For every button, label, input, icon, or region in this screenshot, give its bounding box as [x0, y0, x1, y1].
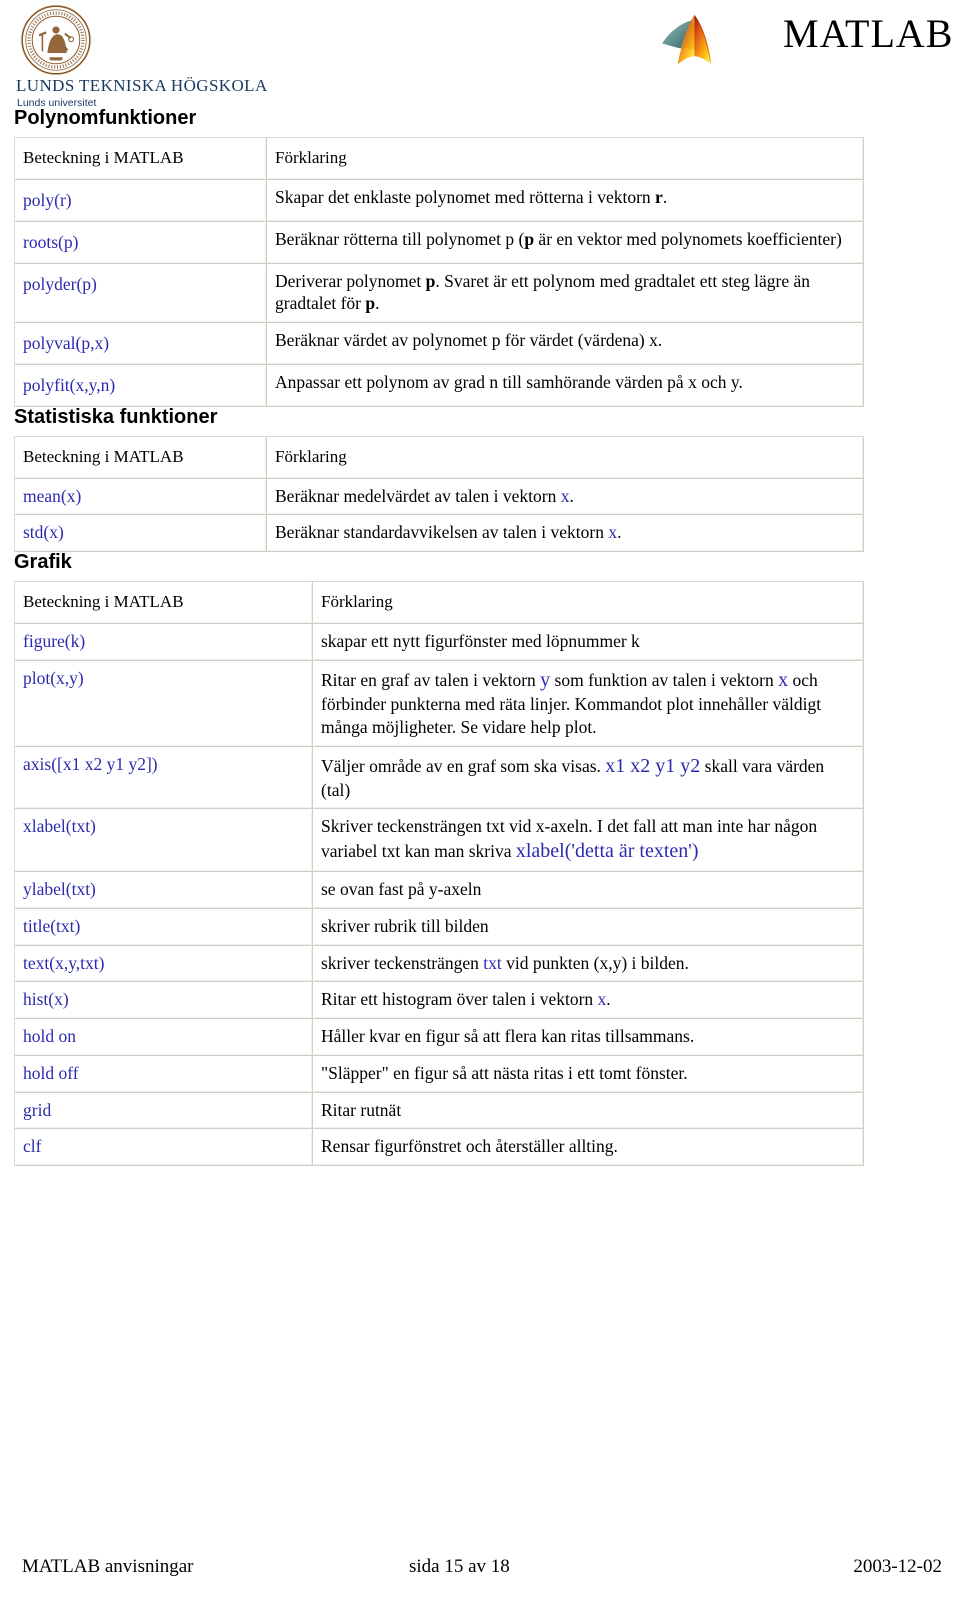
- column-header-forklaring: Förklaring: [267, 138, 864, 181]
- function-description: Håller kvar en figur så att flera kan ri…: [313, 1019, 864, 1056]
- footer-date: 2003-12-02: [853, 1556, 942, 1577]
- table-row: std(x) Beräknar standardavvikelsen av ta…: [15, 515, 864, 553]
- svg-text:1666: 1666: [52, 57, 61, 62]
- table-body: Beteckning i MATLAB Förklaring figure(k)…: [15, 582, 864, 1167]
- table-header-row: Beteckning i MATLAB Förklaring: [15, 436, 864, 479]
- function-name: title(txt): [15, 908, 313, 946]
- table-row: plot(x,y) Ritar en graf av talen i vekto…: [15, 661, 864, 747]
- function-description: Beräknar standardavvikelsen av talen i v…: [267, 515, 864, 553]
- matlab-membrane-icon: [662, 14, 712, 65]
- column-header-forklaring: Förklaring: [313, 582, 864, 625]
- function-name: polyder(p): [15, 263, 267, 324]
- function-name: ylabel(txt): [15, 872, 313, 909]
- column-header-beteckning: Beteckning i MATLAB: [15, 138, 267, 181]
- function-description: Skapar det enklaste polynomet med rötter…: [267, 180, 864, 222]
- function-description: skapar ett nytt figurfönster med löpnumm…: [313, 624, 864, 662]
- table-polynomfunktioner: Beteckning i MATLAB Förklaring poly(r) S…: [14, 137, 864, 407]
- function-description: "Släpper" en figur så att nästa ritas i …: [313, 1055, 864, 1093]
- function-name: polyfit(x,y,n): [15, 364, 267, 407]
- function-name: roots(p): [15, 221, 267, 264]
- function-description: Väljer område av en graf som ska visas. …: [313, 746, 864, 810]
- function-name: poly(r): [15, 180, 267, 222]
- function-name: hold on: [15, 1019, 313, 1056]
- university-name: LUNDS TEKNISKA HÖGSKOLA: [16, 76, 268, 95]
- function-description: Ritar en graf av talen i vektorn y som f…: [313, 661, 864, 747]
- table-row: poly(r) Skapar det enklaste polynomet me…: [15, 180, 864, 222]
- table-row: polyfit(x,y,n) Anpassar ett polynom av g…: [15, 364, 864, 407]
- function-description: Ritar rutnät: [313, 1092, 864, 1130]
- function-name: clf: [15, 1129, 313, 1167]
- column-header-beteckning: Beteckning i MATLAB: [15, 436, 267, 479]
- section-heading-polynomfunktioner: Polynomfunktioner: [14, 107, 197, 129]
- table-body: Beteckning i MATLAB Förklaring poly(r) S…: [15, 138, 864, 407]
- function-name: std(x): [15, 515, 267, 553]
- table-row: text(x,y,txt) skriver teckensträngen txt…: [15, 945, 864, 983]
- function-description: Rensar figurfönstret och återställer all…: [313, 1129, 864, 1167]
- table-row: figure(k) skapar ett nytt figurfönster m…: [15, 624, 864, 662]
- page-header: 1666 LUNDS TEKNISKA HÖGSKOLA Lunds unive…: [0, 0, 960, 109]
- function-description: Ritar ett histogram över talen i vektorn…: [313, 982, 864, 1020]
- table-header-row: Beteckning i MATLAB Förklaring: [15, 582, 864, 625]
- function-name: text(x,y,txt): [15, 945, 313, 983]
- table-grafik: Beteckning i MATLAB Förklaring figure(k)…: [14, 581, 864, 1167]
- table-row: grid Ritar rutnät: [15, 1092, 864, 1130]
- table-row: roots(p) Beräknar rötterna till polynome…: [15, 221, 864, 264]
- section-heading-statistiska-funktioner: Statistiska funktioner: [14, 405, 218, 428]
- table-row: polyval(p,x) Beräknar värdet av polynome…: [15, 323, 864, 365]
- table-row: polyder(p) Deriverar polynomet p. Svaret…: [15, 263, 864, 324]
- page-footer: MATLAB anvisningar sida 15 av 18 2003-12…: [0, 1556, 960, 1582]
- section-heading-grafik: Grafik: [14, 551, 72, 574]
- function-description: Anpassar ett polynom av grad n till samh…: [267, 364, 864, 407]
- function-description: Beräknar rötterna till polynomet p (p är…: [267, 221, 864, 264]
- function-name: plot(x,y): [15, 661, 313, 747]
- table-header-row: Beteckning i MATLAB Förklaring: [15, 138, 864, 181]
- function-name: mean(x): [15, 478, 267, 516]
- table-statistiska-funktioner: Beteckning i MATLAB Förklaring mean(x) B…: [14, 435, 864, 553]
- function-description: Beräknar värdet av polynomet p för värde…: [267, 323, 864, 365]
- function-name: hist(x): [15, 982, 313, 1020]
- table-row: mean(x) Beräknar medelvärdet av talen i …: [15, 478, 864, 516]
- table-body: Beteckning i MATLAB Förklaring mean(x) B…: [15, 436, 864, 553]
- table-row: ylabel(txt) se ovan fast på y-axeln: [15, 872, 864, 909]
- function-name: polyval(p,x): [15, 323, 267, 365]
- function-description: skriver teckensträngen txt vid punkten (…: [313, 945, 864, 983]
- function-description: se ovan fast på y-axeln: [313, 872, 864, 909]
- function-name: hold off: [15, 1055, 313, 1093]
- lund-university-logo: 1666 LUNDS TEKNISKA HÖGSKOLA Lunds unive…: [14, 2, 267, 109]
- function-description: Deriverar polynomet p. Svaret är ett pol…: [267, 263, 864, 324]
- function-description: skriver rubrik till bilden: [313, 908, 864, 946]
- column-header-forklaring: Förklaring: [267, 436, 864, 479]
- column-header-beteckning: Beteckning i MATLAB: [15, 582, 313, 625]
- function-description: Skriver teckensträngen txt vid x-axeln. …: [313, 809, 864, 873]
- function-name: axis([x1 x2 y1 y2]): [15, 746, 313, 810]
- table-row: xlabel(txt) Skriver teckensträngen txt v…: [15, 809, 864, 873]
- lund-university-seal-icon: 1666: [21, 5, 91, 75]
- function-name: grid: [15, 1092, 313, 1130]
- footer-document-title: MATLAB anvisningar: [22, 1556, 194, 1577]
- document-content: Polynomfunktioner Beteckning i MATLAB Fö…: [0, 107, 960, 1167]
- table-row: title(txt) skriver rubrik till bilden: [15, 908, 864, 946]
- footer-page-number: sida 15 av 18: [409, 1556, 510, 1577]
- table-row: hold off "Släpper" en figur så att nästa…: [15, 1055, 864, 1093]
- table-row: hist(x) Ritar ett histogram över talen i…: [15, 982, 864, 1020]
- function-name: figure(k): [15, 624, 313, 662]
- table-row: hold on Håller kvar en figur så att fler…: [15, 1019, 864, 1056]
- function-description: Beräknar medelvärdet av talen i vektorn …: [267, 478, 864, 516]
- table-row: clf Rensar figurfönstret och återställer…: [15, 1129, 864, 1167]
- matlab-wordmark: MATLAB: [783, 11, 954, 56]
- table-row: axis([x1 x2 y1 y2]) Väljer område av en …: [15, 746, 864, 810]
- function-name: xlabel(txt): [15, 809, 313, 873]
